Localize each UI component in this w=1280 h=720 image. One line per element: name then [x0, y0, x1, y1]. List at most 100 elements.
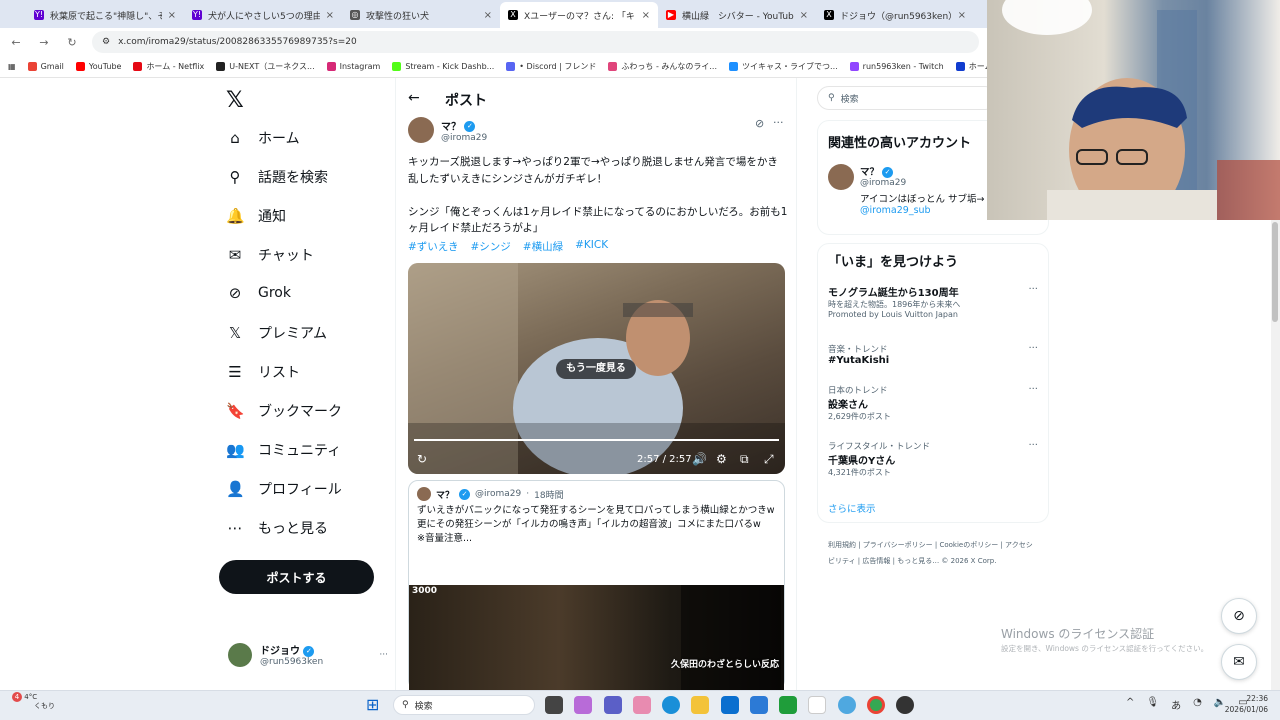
- clock-date: 2026/01/06: [1224, 705, 1268, 714]
- browser-tab[interactable]: X ドジョウ（@run5963ken）さん / X ×: [816, 2, 974, 28]
- clock[interactable]: 22:36 2026/01/06: [1222, 693, 1268, 715]
- teams-icon[interactable]: [604, 696, 622, 714]
- ime-icon[interactable]: あ: [1171, 697, 1181, 712]
- footer-links[interactable]: 利用規約 | プライバシーポリシー | Cookieのポリシー | アクセシビリ…: [828, 537, 1038, 569]
- trend-item[interactable]: モノグラム誕生から130周年 時を超えた物語。1896年から未来へ Promoted…: [828, 284, 1038, 319]
- bookmark-item[interactable]: ホーム - Netflix: [133, 61, 204, 72]
- replay-button[interactable]: もう一度見る: [556, 359, 636, 379]
- more-dots-icon[interactable]: ···: [379, 650, 388, 660]
- bookmark-item[interactable]: U-NEXT（ユーネクス...: [216, 61, 315, 72]
- settings-icon[interactable]: ⚙: [716, 452, 727, 466]
- nav-item-label: 通知: [258, 209, 286, 225]
- grok-float-icon[interactable]: ⊘: [1221, 598, 1257, 634]
- pip-icon[interactable]: ⧉: [740, 452, 749, 467]
- wifi-icon[interactable]: ◔: [1193, 697, 1202, 712]
- browser-tab[interactable]: ▶ 横山緑 シバター - YouTube ×: [658, 2, 816, 28]
- x-logo-icon[interactable]: 𝕏: [226, 88, 244, 113]
- trend-item[interactable]: ライフスタイル・トレンド 千葉県のYさん 4,321件のポスト ···: [828, 440, 1038, 478]
- hashtag-link[interactable]: #KICK: [575, 239, 608, 254]
- nav-item-label: コミュニティ: [258, 443, 342, 459]
- notepad-icon[interactable]: [808, 696, 826, 714]
- browser-tab[interactable]: Y! 秋葉原で起こる"神隠し"、その真相 ×: [26, 2, 184, 28]
- more-dots-icon[interactable]: ···: [1028, 284, 1038, 295]
- messages-float-icon[interactable]: ✉: [1221, 644, 1257, 680]
- more-dots-icon[interactable]: ···: [773, 116, 784, 129]
- back-icon[interactable]: ←: [408, 90, 420, 106]
- hashtag-link[interactable]: #シンジ: [470, 239, 510, 254]
- hashtag-link[interactable]: #横山緑: [523, 239, 563, 254]
- app-icon[interactable]: [633, 696, 651, 714]
- browser-tab[interactable]: ◎ 攻撃性の狂い犬 ×: [342, 2, 500, 28]
- more-dots-icon[interactable]: ···: [1028, 343, 1038, 354]
- nav-item-communities[interactable]: 👥 コミュニティ: [226, 440, 341, 460]
- nav-item-notifications[interactable]: 🔔 通知: [226, 206, 286, 226]
- bookmark-item[interactable]: • Discord | フレンド: [506, 61, 596, 72]
- apps-icon[interactable]: ▦: [8, 62, 16, 71]
- url-field[interactable]: ⚙ x.com/iroma29/status/20082863355769897…: [92, 31, 979, 53]
- app-icon[interactable]: [896, 696, 914, 714]
- taskbar-search[interactable]: ⚲ 検索: [393, 695, 535, 715]
- edge-icon[interactable]: [662, 696, 680, 714]
- site-info-icon[interactable]: ⚙: [102, 37, 110, 47]
- close-tab-icon[interactable]: ×: [958, 10, 966, 21]
- trend-item[interactable]: 音楽・トレンド #YutaKishi ···: [828, 343, 1038, 366]
- post-button[interactable]: ポストする: [219, 560, 374, 594]
- nav-item-more[interactable]: ⋯ もっと見る: [226, 518, 329, 538]
- browser-tab[interactable]: X Xユーザーのマ？さん: 「キッカーズ脱退」 ×: [500, 2, 658, 28]
- store-icon[interactable]: [721, 696, 739, 714]
- fullscreen-icon[interactable]: ⤢: [764, 452, 774, 467]
- mic-icon[interactable]: 🎙: [1146, 697, 1159, 712]
- nav-item-bookmarks[interactable]: 🔖 ブックマーク: [226, 401, 342, 421]
- close-tab-icon[interactable]: ×: [326, 10, 334, 21]
- bookmark-item[interactable]: Instagram: [326, 62, 380, 71]
- app-icon[interactable]: [838, 696, 856, 714]
- nav-item-explore[interactable]: ⚲ 話題を検索: [226, 167, 329, 187]
- quote-media[interactable]: 3000 久保田のわざとらしい反応: [409, 585, 784, 690]
- replay-icon[interactable]: ↻: [417, 452, 427, 466]
- bookmark-item[interactable]: ツイキャス・ライブでつ...: [729, 61, 838, 72]
- task-view-icon[interactable]: [545, 696, 563, 714]
- close-tab-icon[interactable]: ×: [168, 10, 176, 21]
- grok-icon[interactable]: ⊘: [755, 117, 764, 130]
- chrome-icon[interactable]: [867, 696, 885, 714]
- hashtag-link[interactable]: #ずいえき: [408, 239, 458, 254]
- close-tab-icon[interactable]: ×: [642, 10, 650, 21]
- app-icon[interactable]: [750, 696, 768, 714]
- forward-arrow-icon[interactable]: →: [36, 36, 52, 49]
- account-switcher[interactable]: ドジョウ ✓ @run5963ken ···: [228, 642, 388, 667]
- scrollbar-thumb[interactable]: [1272, 222, 1278, 322]
- video-progress[interactable]: [414, 439, 779, 441]
- trend-item[interactable]: 日本のトレンド 設楽さん 2,629件のポスト ···: [828, 384, 1038, 422]
- chevron-up-icon[interactable]: ^: [1126, 697, 1134, 712]
- nav-item-home[interactable]: ⌂ ホーム: [226, 128, 299, 148]
- nav-item-chat[interactable]: ✉ チャット: [226, 245, 314, 265]
- back-arrow-icon[interactable]: ←: [8, 36, 24, 49]
- xbox-icon[interactable]: [779, 696, 797, 714]
- bookmark-item[interactable]: Stream - Kick Dashb...: [392, 62, 494, 71]
- close-tab-icon[interactable]: ×: [800, 10, 808, 21]
- trend-context: 日本のトレンド: [828, 386, 888, 396]
- more-dots-icon[interactable]: ···: [1028, 440, 1038, 451]
- browser-tab[interactable]: Y! 犬が人にやさしい5つの理由 愛犬の ×: [184, 2, 342, 28]
- explorer-icon[interactable]: [691, 696, 709, 714]
- copilot-icon[interactable]: [574, 696, 592, 714]
- nav-item-lists[interactable]: ☰ リスト: [226, 362, 300, 382]
- related-sub-link[interactable]: @iroma29_sub: [860, 205, 986, 216]
- nav-item-premium[interactable]: 𝕏 プレミアム: [226, 323, 327, 343]
- bookmark-item[interactable]: ふわっち - みんなのライ...: [608, 61, 717, 72]
- bookmark-item[interactable]: YouTube: [75, 62, 121, 71]
- weather-widget[interactable]: 4 4°C くもり: [12, 692, 55, 711]
- show-more-link[interactable]: さらに表示: [828, 501, 876, 515]
- volume-icon[interactable]: 🔊: [692, 452, 707, 466]
- windows-start-icon[interactable]: ⊞: [366, 696, 384, 714]
- related-account[interactable]: マ？ ✓ @iroma29 アイコンはぼっとん サブ垢→ @iroma29_su…: [828, 164, 986, 216]
- nav-item-grok[interactable]: ⊘ Grok: [226, 284, 291, 302]
- reload-icon[interactable]: ↻: [64, 36, 80, 49]
- nav-item-profile[interactable]: 👤 プロフィール: [226, 479, 342, 499]
- post-author[interactable]: マ？ ✓ @iroma29: [408, 117, 487, 143]
- more-dots-icon[interactable]: ···: [1028, 384, 1038, 395]
- bookmark-item[interactable]: run5963ken - Twitch: [849, 62, 944, 71]
- search-input[interactable]: ⚲ 検索: [817, 86, 997, 110]
- close-tab-icon[interactable]: ×: [484, 10, 492, 21]
- bookmark-item[interactable]: Gmail: [27, 62, 64, 71]
